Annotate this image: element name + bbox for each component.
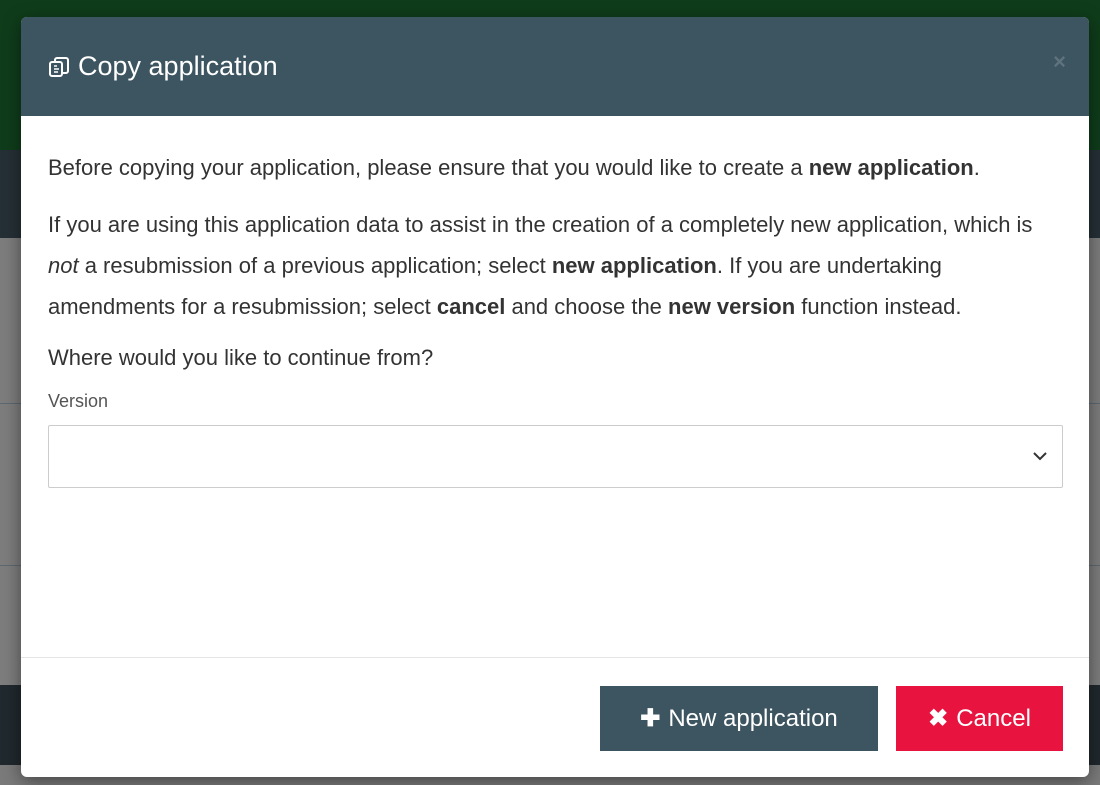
- new-application-label: New application: [668, 704, 838, 732]
- body-text-5: function instead.: [795, 294, 962, 319]
- chevron-down-icon: [1033, 452, 1047, 461]
- body-bold-new-version: new version: [668, 294, 796, 319]
- body-bold-new-application: new application: [551, 253, 717, 278]
- x-icon: ✖: [928, 705, 949, 732]
- body-bold-cancel: cancel: [436, 294, 506, 319]
- intro-text: Before copying your application, please …: [48, 155, 809, 180]
- body-italic: not: [48, 253, 79, 278]
- body-text-4: and choose the: [505, 294, 669, 319]
- plus-icon: ✚: [640, 705, 661, 732]
- instructions-paragraph: If you are using this application data t…: [48, 204, 1062, 327]
- version-select[interactable]: [48, 425, 1063, 488]
- version-label: Version: [48, 391, 109, 411]
- intro-paragraph: Before copying your application, please …: [48, 147, 1062, 188]
- dialog-body: Before copying your application, please …: [21, 116, 1089, 488]
- dialog-header: Copy application ×: [21, 17, 1089, 116]
- cancel-button[interactable]: ✖ Cancel: [896, 686, 1063, 751]
- copy-application-dialog: Copy application × Before copying your a…: [21, 17, 1089, 777]
- body-text-2: a resubmission of a previous application…: [78, 253, 552, 278]
- dialog-title: Copy application: [78, 51, 278, 81]
- question-text: Where would you like to continue from?: [48, 345, 434, 370]
- copy-icon: [49, 56, 69, 77]
- intro-bold: new application: [808, 155, 974, 180]
- body-text-1: If you are using this application data t…: [48, 212, 1033, 237]
- cancel-label: Cancel: [956, 704, 1031, 732]
- intro-end: .: [973, 155, 980, 180]
- dialog-footer: ✚ New application ✖ Cancel: [21, 658, 1089, 777]
- close-icon[interactable]: ×: [1053, 49, 1066, 75]
- new-application-button[interactable]: ✚ New application: [600, 686, 878, 751]
